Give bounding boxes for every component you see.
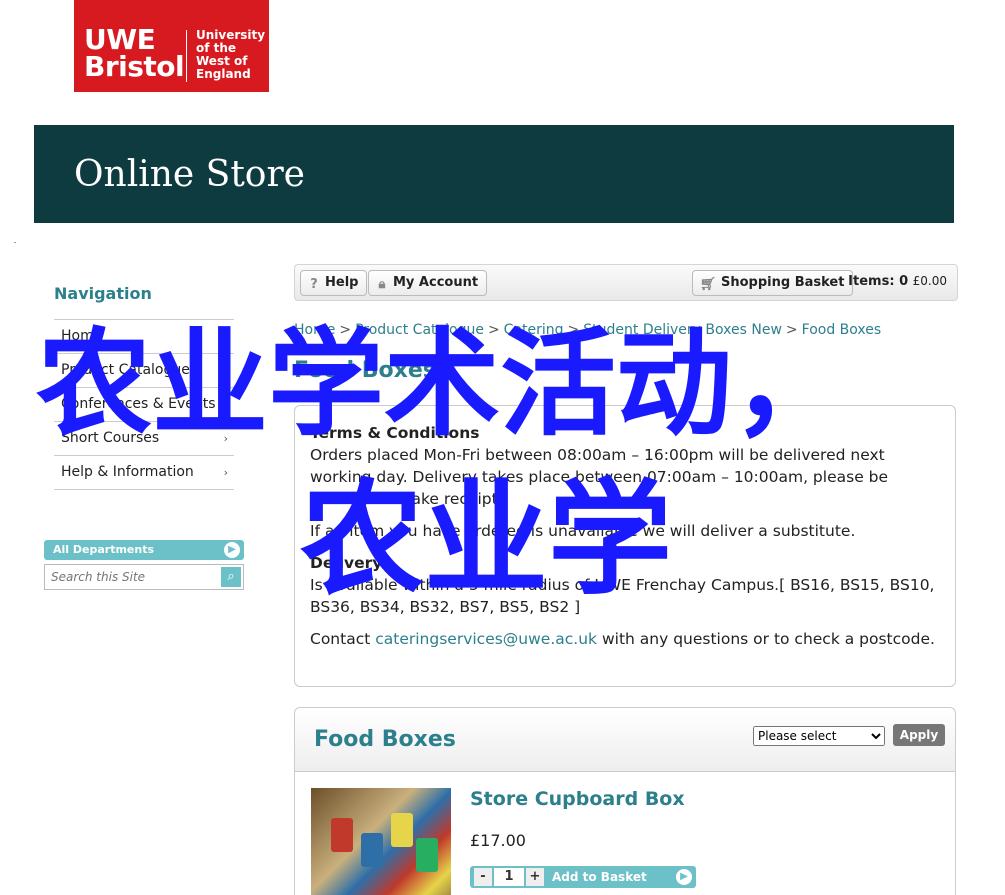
contact-text: Contact cateringservices@uwe.ac.uk with … bbox=[310, 628, 940, 650]
sort-select[interactable]: Please select bbox=[753, 726, 885, 746]
terms-paragraph: Orders placed Mon-Fri between 08:00am – … bbox=[310, 446, 889, 508]
breadcrumb-separator: > bbox=[567, 322, 580, 338]
product-image-can bbox=[331, 818, 353, 852]
nav-item-help-information[interactable]: Help & Information › bbox=[54, 456, 234, 490]
logo-wordmark: UWE Bristol bbox=[84, 23, 185, 83]
logo-uni4: England bbox=[196, 67, 251, 81]
question-icon: ? bbox=[310, 277, 318, 292]
department-label: All Departments bbox=[53, 543, 155, 556]
account-label: My Account bbox=[393, 275, 479, 290]
nav-item-short-courses[interactable]: Short Courses › bbox=[54, 422, 234, 456]
terms-box: Terms & Conditions Orders placed Mon-Fri… bbox=[294, 405, 956, 687]
add-to-basket-button[interactable]: Add to Basket bbox=[552, 866, 647, 888]
search-input[interactable] bbox=[45, 565, 215, 589]
logo-divider bbox=[186, 30, 187, 82]
product-name[interactable]: Store Cupboard Box bbox=[470, 788, 685, 810]
nav-item-label: Short Courses bbox=[61, 430, 160, 446]
breadcrumb-link[interactable]: Student Delivery Boxes New bbox=[583, 322, 782, 338]
chevron-right-icon: › bbox=[223, 398, 228, 411]
nav-item-label: Product Catalogue bbox=[61, 362, 190, 378]
decrement-button[interactable]: - bbox=[474, 868, 492, 886]
contact-suffix: with any questions or to check a postcod… bbox=[597, 630, 935, 648]
product-price: £17.00 bbox=[470, 831, 526, 850]
delivery-heading: Delivery bbox=[310, 554, 383, 572]
chevron-right-icon: › bbox=[223, 364, 228, 377]
contact-email-link[interactable]: cateringservices@uwe.ac.uk bbox=[375, 630, 597, 648]
search-box: ⌕ bbox=[44, 564, 244, 590]
site-search: All Departments ▶ ⌕ bbox=[44, 540, 244, 590]
product-panel: Food Boxes Please select Apply Store Cup… bbox=[294, 707, 956, 895]
divider-dot bbox=[14, 242, 16, 243]
nav-item-conferences-events[interactable]: Conferences & Events › bbox=[54, 388, 234, 422]
breadcrumb-link[interactable]: Food Boxes bbox=[802, 322, 882, 338]
chevron-right-icon: › bbox=[223, 432, 228, 445]
basket-summary: Items: 0 £0.00 bbox=[848, 274, 947, 289]
increment-button[interactable]: + bbox=[526, 868, 544, 886]
nav-item-label: Home bbox=[61, 328, 103, 344]
shopping-basket-button[interactable]: 🛒︎ Shopping Basket bbox=[692, 270, 854, 296]
store-toolbar: ? Help 🔒︎ My Account 🛒︎ Shopping Basket Ite… bbox=[294, 264, 958, 301]
breadcrumb-link[interactable]: Product Catalogue bbox=[355, 322, 484, 338]
contact-prefix: Contact bbox=[310, 630, 376, 648]
nav-item-home[interactable]: Home bbox=[54, 320, 234, 354]
product-panel-header: Food Boxes Please select Apply bbox=[295, 708, 955, 772]
quantity-input[interactable]: 1 bbox=[494, 868, 524, 886]
product-image[interactable] bbox=[311, 788, 451, 895]
help-button[interactable]: ? Help bbox=[300, 270, 368, 296]
my-account-button[interactable]: 🔒︎ My Account bbox=[368, 270, 488, 296]
basket-label: Shopping Basket bbox=[721, 275, 845, 290]
breadcrumb-separator: > bbox=[339, 322, 352, 338]
search-icon[interactable]: ⌕ bbox=[221, 567, 241, 587]
nav-item-label: Help & Information bbox=[61, 464, 194, 480]
page: UWE Bristol University of the West of En… bbox=[0, 0, 1005, 895]
product-image-can bbox=[361, 833, 383, 867]
chevron-right-icon: › bbox=[223, 466, 228, 479]
product-image-can bbox=[391, 813, 413, 847]
navigation-list: Home Product Catalogue › Conferences & Ev… bbox=[54, 319, 234, 490]
terms-heading: Terms & Conditions bbox=[310, 424, 480, 442]
logo-line1: UWE bbox=[84, 23, 156, 56]
arrow-right-icon: ▶ bbox=[224, 542, 240, 558]
items-count: 0 bbox=[899, 274, 909, 289]
banner-title: Online Store bbox=[74, 154, 305, 195]
breadcrumb-separator: > bbox=[785, 322, 798, 338]
items-total: £0.00 bbox=[912, 274, 947, 288]
page-title: Food Boxes bbox=[294, 358, 436, 383]
arrow-right-icon: ▶ bbox=[676, 869, 692, 885]
nav-item-label: Conferences & Events bbox=[61, 396, 216, 412]
cart-icon: 🛒︎ bbox=[699, 277, 717, 292]
product-panel-title: Food Boxes bbox=[314, 727, 456, 752]
terms-paragraph: If an item you have ordered is unavailab… bbox=[310, 522, 856, 540]
product-image-can bbox=[416, 838, 438, 872]
lock-icon: 🔒︎ bbox=[378, 277, 386, 292]
apply-button[interactable]: Apply bbox=[893, 724, 945, 746]
breadcrumb-link[interactable]: Catering bbox=[504, 322, 564, 338]
uwe-logo[interactable]: UWE Bristol University of the West of En… bbox=[74, 0, 269, 92]
items-label: Items: bbox=[848, 274, 895, 289]
nav-item-product-catalogue[interactable]: Product Catalogue › bbox=[54, 354, 234, 388]
breadcrumb: Home > Product Catalogue > Catering > Student … bbox=[294, 322, 881, 338]
department-select[interactable]: All Departments ▶ bbox=[44, 540, 244, 560]
logo-line2: Bristol bbox=[84, 50, 185, 83]
breadcrumb-separator: > bbox=[487, 322, 500, 338]
add-to-basket-bar: - 1 + Add to Basket ▶ bbox=[470, 866, 696, 888]
help-label: Help bbox=[325, 275, 359, 290]
logo-university-text: University of the West of England bbox=[196, 29, 265, 81]
store-banner: Online Store bbox=[34, 125, 954, 223]
delivery-text: Is available within a 5 mile radius of U… bbox=[310, 576, 935, 616]
navigation-title: Navigation bbox=[54, 284, 152, 303]
breadcrumb-link[interactable]: Home bbox=[294, 322, 335, 338]
